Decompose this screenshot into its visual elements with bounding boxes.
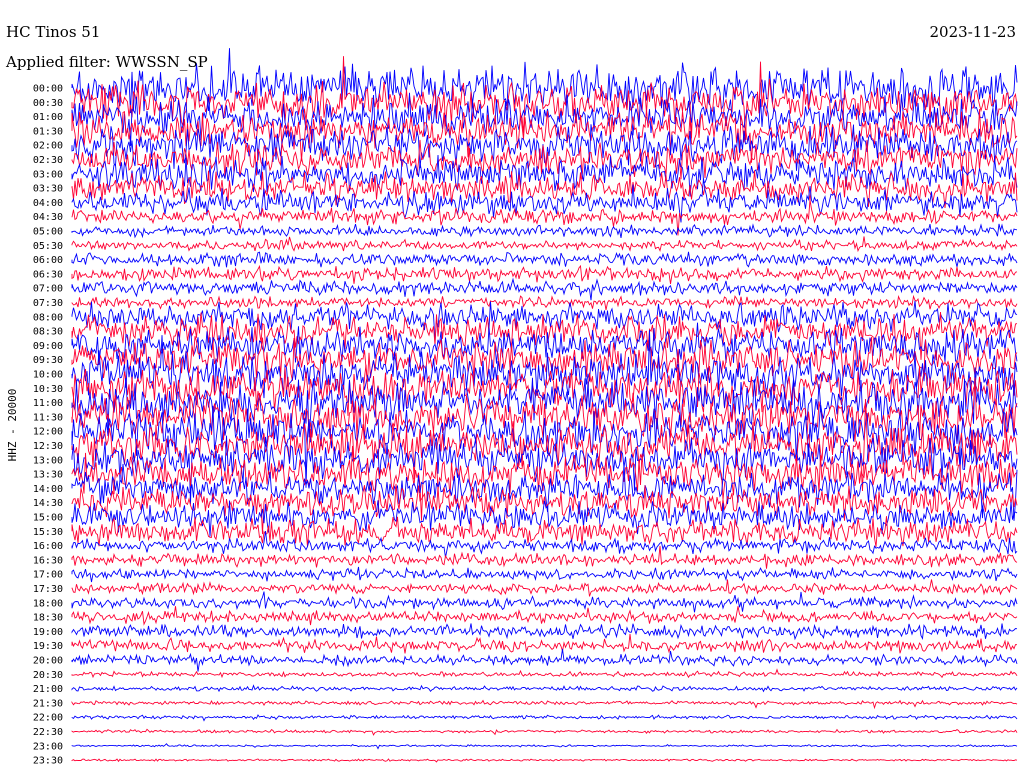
row-time-label: 07:30 [33,298,63,309]
row-time-label: 00:30 [33,98,63,109]
trace-row [71,606,1018,626]
seismogram-traces [71,48,1018,763]
time-tick-labels: 00:00 00:30 01:00 01:30 02:00 02:30 03:00 03:30… [33,84,63,767]
row-time-label: 08:00 [33,312,63,323]
row-time-label: 16:30 [33,555,63,566]
trace-row [71,566,1018,583]
row-time-label: 18:30 [33,613,63,624]
row-time-label: 16:00 [33,541,63,552]
row-time-label: 09:30 [33,355,63,366]
row-time-label: 23:30 [33,756,63,767]
trace-row [71,743,1018,750]
row-time-label: 21:00 [33,684,63,695]
row-time-label: 17:00 [33,570,63,581]
row-time-label: 19:30 [33,641,63,652]
trace-row [71,591,1018,613]
row-time-label: 20:30 [33,670,63,681]
row-time-label: 04:00 [33,198,63,209]
row-time-label: 18:00 [33,598,63,609]
row-time-label: 03:30 [33,184,63,195]
row-time-label: 09:00 [33,341,63,352]
row-time-label: 14:00 [33,484,63,495]
row-time-label: 00:00 [33,84,63,95]
row-time-label: 02:30 [33,155,63,166]
y-axis-label: HHZ - 20000 [6,389,19,462]
helicorder-plot: 00:00 00:30 01:00 01:30 02:00 02:30 03:00 03:30… [5,23,1018,767]
row-time-label: 22:00 [33,713,63,724]
row-time-label: 07:00 [33,284,63,295]
trace-row [71,223,1018,239]
trace-row [71,579,1018,597]
row-time-label: 13:30 [33,470,63,481]
trace-row [71,699,1018,710]
row-time-label: 08:30 [33,327,63,338]
row-time-label: 15:30 [33,527,63,538]
trace-row [71,251,1018,268]
row-time-label: 17:30 [33,584,63,595]
trace-row [71,294,1018,311]
row-time-label: 11:30 [33,412,63,423]
row-time-label: 14:30 [33,498,63,509]
row-time-label: 19:00 [33,627,63,638]
row-time-label: 02:00 [33,141,63,152]
row-time-label: 05:00 [33,227,63,238]
row-time-label: 13:00 [33,455,63,466]
trace-row [71,648,1018,672]
station-title: HC Tinos 51 [6,23,100,41]
row-time-label: 10:30 [33,384,63,395]
row-time-label: 03:00 [33,169,63,180]
row-time-label: 05:30 [33,241,63,252]
trace-row [71,728,1018,736]
row-time-label: 20:00 [33,656,63,667]
row-time-label: 21:30 [33,698,63,709]
row-time-label: 11:00 [33,398,63,409]
trace-row [71,623,1018,641]
row-time-label: 01:00 [33,112,63,123]
date-label: 2023-11-23 [930,23,1016,41]
row-time-label: 01:30 [33,126,63,137]
row-time-label: 22:30 [33,727,63,738]
row-time-label: 04:30 [33,212,63,223]
row-time-label: 06:00 [33,255,63,266]
filter-subtitle: Applied filter: WWSSN_SP [5,53,208,71]
trace-row [71,684,1018,693]
row-time-label: 06:30 [33,269,63,280]
row-time-label: 15:00 [33,513,63,524]
trace-row [71,264,1018,285]
trace-row [71,714,1018,722]
trace-row [71,668,1018,679]
trace-row [71,277,1018,301]
row-time-label: 10:00 [33,370,63,381]
trace-row [71,758,1018,763]
trace-row [71,236,1018,253]
row-time-label: 12:00 [33,427,63,438]
row-time-label: 12:30 [33,441,63,452]
row-time-label: 23:00 [33,741,63,752]
